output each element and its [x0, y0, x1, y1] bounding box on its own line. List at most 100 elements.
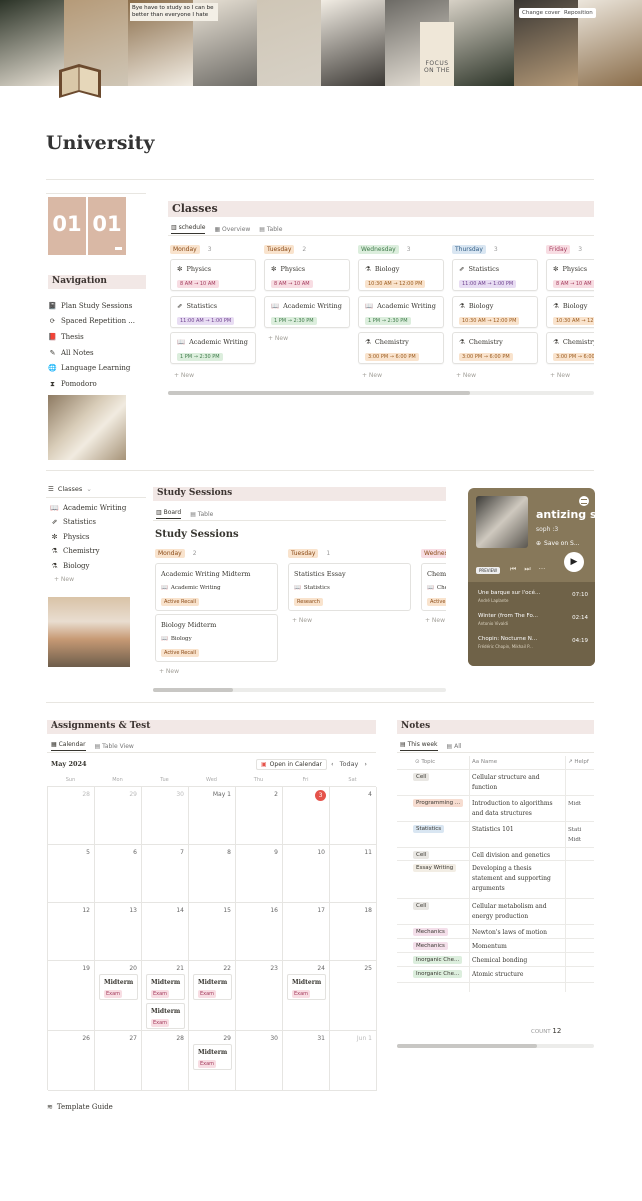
study-session-card[interactable]: Academic Writing Midterm 📖 Academic Writin…	[155, 563, 278, 611]
book-icon[interactable]	[55, 60, 105, 102]
calendar-day[interactable]: 15	[189, 903, 236, 961]
calendar-event[interactable]: Midterm Exam	[193, 1044, 232, 1070]
previous-icon[interactable]: ⏮	[510, 565, 516, 574]
calendar-day[interactable]: 9	[236, 845, 283, 903]
table-row[interactable]: Statistics Statistics 101 Stati Midt	[397, 822, 594, 848]
calendar-day[interactable]: 27	[95, 1031, 142, 1091]
study-session-card[interactable]: Chemi 📖Chem Active	[421, 563, 446, 611]
subject-item[interactable]: ⚗ Biology	[50, 560, 89, 571]
class-card[interactable]: 📖 Academic Writing 1 PM → 2:30 PM	[170, 332, 256, 364]
calendar-day[interactable]: 29 Midterm Exam	[189, 1031, 236, 1091]
calendar-day[interactable]: 3	[283, 787, 330, 845]
calendar-day[interactable]: May 1	[189, 787, 236, 845]
calendar-day[interactable]: 26	[48, 1031, 95, 1091]
topic-header[interactable]: ⊙ Topic	[415, 759, 435, 765]
calendar-day[interactable]: Jun 1	[330, 1031, 377, 1091]
calendar-event[interactable]: Midterm Exam	[146, 1003, 185, 1029]
horizontal-scrollbar[interactable]	[153, 688, 446, 692]
class-card[interactable]: ✼ Physics 8 AM → 10 AM	[546, 259, 594, 291]
study-session-card[interactable]: Statistics Essay 📖 Statistics Research	[288, 563, 411, 611]
track-row[interactable]: Winter (from The Fo... Antonio Vivaldi 02:…	[478, 613, 588, 626]
more-icon[interactable]: ···	[539, 565, 546, 574]
class-card[interactable]: ⇗ Statistics 11:00 AM → 1:00 PM	[170, 295, 256, 328]
open-in-calendar-button[interactable]: ▣ Open in Calendar	[256, 759, 327, 770]
track-row[interactable]: Une barque sur l'océ... André Laplante 07:…	[478, 590, 588, 603]
helpful-link[interactable]: Midt	[568, 799, 581, 809]
calendar-day[interactable]: 25	[330, 961, 377, 1031]
calendar-day[interactable]: 28	[48, 787, 95, 845]
table-row[interactable]: Cell Cellular structure and function	[397, 770, 594, 796]
new-item-button[interactable]: + New	[159, 668, 179, 675]
subjects-header[interactable]: ☰ Classes ⌄	[48, 485, 92, 493]
calendar-day[interactable]: 16	[236, 903, 283, 961]
calendar-day[interactable]: 13	[95, 903, 142, 961]
calendar-event[interactable]: Midterm Exam	[146, 974, 185, 1000]
calendar-day[interactable]: 10	[283, 845, 330, 903]
nav-item[interactable]: ✎ All Notes	[48, 347, 94, 358]
save-on-spotify-button[interactable]: ⊕ Save on S...	[536, 540, 580, 547]
class-card[interactable]: ⚗ Chemistry 3:00 PM → 6:00 PM	[452, 332, 538, 364]
chevron-right-icon[interactable]: ›	[364, 760, 367, 768]
tab-table-view[interactable]: ▤ Table View	[95, 743, 134, 750]
nav-item[interactable]: 📕 Thesis	[48, 331, 84, 342]
nav-item[interactable]: 📓 Plan Study Sessions	[48, 300, 132, 311]
today-button[interactable]: Today	[340, 760, 359, 768]
tab-this-week[interactable]: ▤ This week	[400, 741, 438, 751]
calendar-day[interactable]: 29	[95, 787, 142, 845]
table-row[interactable]: Mechanics Newton's laws of motion	[397, 925, 594, 939]
tab-table[interactable]: ▤ Table	[190, 511, 213, 518]
subject-item[interactable]: ✼ Physics	[50, 531, 90, 542]
next-icon[interactable]: ⏭	[524, 565, 530, 574]
tab-board[interactable]: ▥ Board	[156, 509, 182, 519]
calendar-day[interactable]: 11	[330, 845, 377, 903]
helpful-link[interactable]: Stati Midt	[568, 825, 594, 845]
calendar-day[interactable]: 12	[48, 903, 95, 961]
helpful-header[interactable]: ↗ Helpf	[568, 759, 589, 765]
class-card[interactable]: ⚗ Biology 10:30 AM → 12:00 PM	[452, 295, 538, 328]
new-item-button[interactable]: + New	[362, 372, 382, 379]
table-row[interactable]: Programming ... Introduction to algorithm…	[397, 796, 594, 822]
class-card[interactable]: 📖 Academic Writing 1 PM → 2:30 PM	[264, 295, 350, 328]
new-item-button[interactable]: + New	[425, 617, 445, 624]
class-card[interactable]: ⚗ Chemistry 3:00 PM → 6:00 PM	[358, 332, 444, 364]
new-item-button[interactable]: + New	[268, 335, 288, 342]
class-card[interactable]: ⚗ Biology 10:30 AM → 12	[546, 295, 594, 328]
class-card[interactable]: ⚗ Chemistry 3:00 PM → 6:00	[546, 332, 594, 364]
calendar-day[interactable]: 30	[236, 1031, 283, 1091]
subject-item[interactable]: ⚗ Chemistry	[50, 546, 99, 557]
study-session-card[interactable]: Biology Midterm 📖 Biology Active Recall	[155, 614, 278, 662]
template-guide-link[interactable]: ≋ Template Guide	[47, 1103, 113, 1111]
new-item-button[interactable]: + New	[292, 617, 312, 624]
calendar-day[interactable]: 28	[142, 1031, 189, 1091]
tab-table[interactable]: ▤ Table	[259, 226, 282, 233]
track-row[interactable]: Chopin: Nocturne N... Frédéric Chopin, Mi…	[478, 636, 588, 649]
spotify-icon[interactable]	[579, 496, 589, 506]
class-card[interactable]: ✼ Physics 8 AM → 10 AM	[264, 259, 350, 291]
class-card[interactable]: ⇗ Statistics 11:00 AM → 1:00 PM	[452, 259, 538, 291]
calendar-day[interactable]: 21 Midterm Exam Midterm Exam	[142, 961, 189, 1031]
calendar-event[interactable]: Midterm Exam	[99, 974, 138, 1000]
calendar-day[interactable]: 6	[95, 845, 142, 903]
table-row[interactable]: Inorganic Che... Chemical bonding	[397, 953, 594, 967]
nav-item[interactable]: 🌐 Language Learning	[48, 363, 130, 374]
calendar-day[interactable]: 30	[142, 787, 189, 845]
calendar-event[interactable]: Midterm Exam	[287, 974, 326, 1000]
nav-item[interactable]: ⧗ Pomodoro	[48, 379, 97, 390]
table-row[interactable]: Cell Cellular metabolism and energy produ…	[397, 899, 594, 925]
class-card[interactable]: ⚗ Biology 10:30 AM → 12:00 PM	[358, 259, 444, 291]
subject-item[interactable]: 📖 Academic Writing	[50, 502, 126, 513]
calendar-day[interactable]: 4	[330, 787, 377, 845]
calendar-event[interactable]: Midterm Exam	[193, 974, 232, 1000]
tab-calendar[interactable]: ▦ Calendar	[51, 741, 86, 751]
calendar-day[interactable]: 18	[330, 903, 377, 961]
new-item-button[interactable]: + New	[550, 372, 570, 379]
nav-item[interactable]: ⟳ Spaced Repetition ...	[48, 316, 135, 327]
name-header[interactable]: Aa Name	[472, 759, 497, 765]
new-item-button[interactable]: + New	[456, 372, 476, 379]
calendar-day[interactable]: 31	[283, 1031, 330, 1091]
calendar-day[interactable]: 17	[283, 903, 330, 961]
tab-overview[interactable]: ▦ Overview	[214, 226, 250, 233]
calendar-day[interactable]: 14	[142, 903, 189, 961]
horizontal-scrollbar[interactable]	[168, 391, 594, 395]
new-item-button[interactable]: + New	[174, 372, 194, 379]
